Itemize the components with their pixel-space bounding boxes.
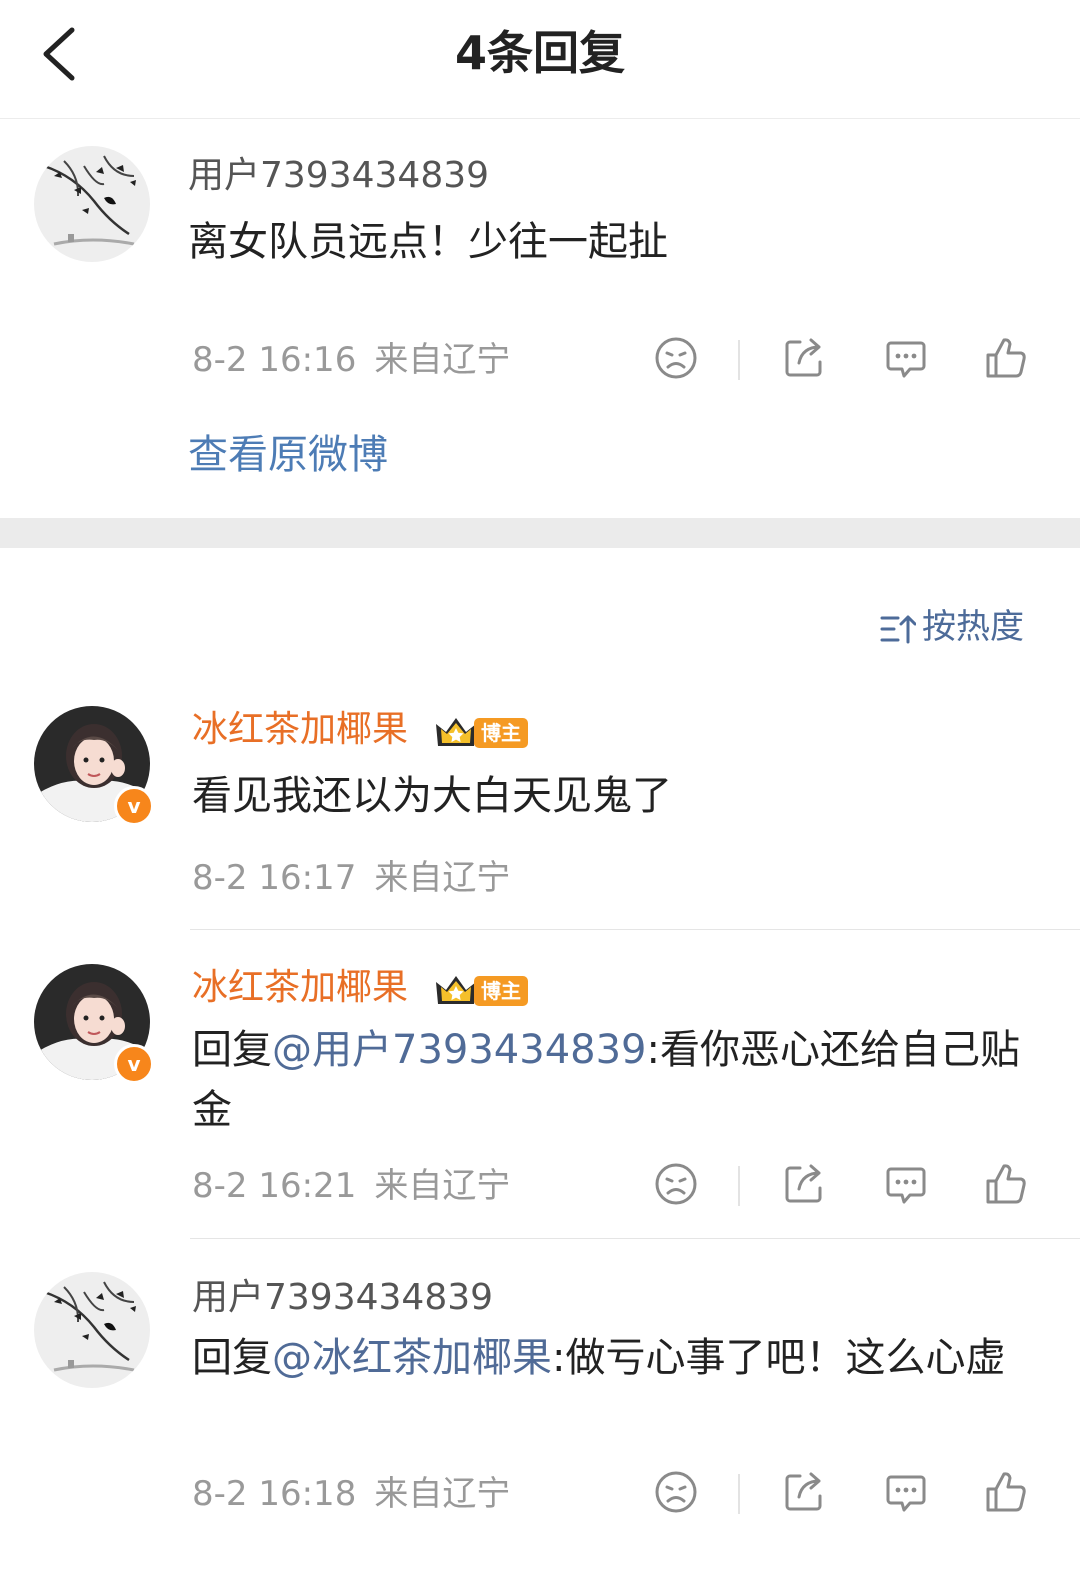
reply-meta: 8-2 16:17 来自辽宁 bbox=[192, 856, 510, 900]
comment-icon[interactable] bbox=[882, 1160, 930, 1208]
reply-prefix: 回复 bbox=[192, 1027, 272, 1073]
reply-actions bbox=[650, 1468, 1040, 1524]
like-icon[interactable] bbox=[982, 1160, 1030, 1208]
section-gap bbox=[0, 518, 1080, 548]
like-icon[interactable] bbox=[982, 1468, 1030, 1516]
like-icon[interactable] bbox=[982, 334, 1030, 382]
reply-actions bbox=[650, 1160, 1040, 1216]
blogger-badge: 博主 bbox=[434, 970, 530, 1010]
reply-date: 8-2 16:17 bbox=[192, 858, 357, 898]
page-title: 4条回复 bbox=[454, 26, 625, 80]
mention-link[interactable]: @冰红茶加椰果 bbox=[272, 1335, 552, 1381]
reply-username[interactable]: 用户7393434839 bbox=[192, 1276, 493, 1320]
share-icon[interactable] bbox=[780, 1160, 828, 1208]
sort-label: 按热度 bbox=[922, 607, 1024, 647]
view-original-link[interactable]: 查看原微博 bbox=[188, 428, 388, 482]
reply-text: 看见我还以为大白天见鬼了 bbox=[192, 773, 672, 819]
comment-location: 来自辽宁 bbox=[374, 340, 511, 380]
blogger-badge-label: 博主 bbox=[474, 718, 528, 748]
reply-meta: 8-2 16:21 来自辽宁 bbox=[192, 1164, 510, 1208]
reply-prefix: 回复 bbox=[192, 1335, 272, 1381]
reply-location: 来自辽宁 bbox=[374, 858, 511, 898]
verified-badge: v bbox=[114, 786, 154, 826]
crown-icon bbox=[434, 712, 478, 752]
verified-badge: v bbox=[114, 1044, 154, 1084]
reply-username[interactable]: 冰红茶加椰果 bbox=[192, 966, 408, 1010]
reply-location: 来自辽宁 bbox=[374, 1474, 511, 1514]
avatar[interactable] bbox=[34, 146, 150, 262]
action-separator bbox=[738, 340, 740, 380]
sort-button[interactable]: 按热度 bbox=[880, 604, 1024, 650]
sort-icon bbox=[880, 615, 917, 643]
reply-username[interactable]: 冰红茶加椰果 bbox=[192, 708, 408, 752]
avatar[interactable] bbox=[34, 1272, 150, 1388]
divider bbox=[190, 1238, 1080, 1239]
share-icon[interactable] bbox=[780, 334, 828, 382]
dislike-icon[interactable] bbox=[652, 1160, 700, 1208]
reply-location: 来自辽宁 bbox=[374, 1166, 511, 1206]
reply-body: :做亏心事了吧！这么心虚 bbox=[552, 1335, 1006, 1381]
dislike-icon[interactable] bbox=[652, 334, 700, 382]
action-separator bbox=[738, 1474, 740, 1514]
reply-text: 回复@冰红茶加椰果:做亏心事了吧！这么心虚 bbox=[192, 1328, 1032, 1388]
reply-date: 8-2 16:21 bbox=[192, 1166, 357, 1206]
divider bbox=[190, 929, 1080, 930]
action-separator bbox=[738, 1166, 740, 1206]
comment-date: 8-2 16:16 bbox=[192, 340, 357, 380]
blogger-badge-label: 博主 bbox=[474, 976, 528, 1006]
comment-icon[interactable] bbox=[882, 334, 930, 382]
blogger-badge: 博主 bbox=[434, 712, 530, 752]
dislike-icon[interactable] bbox=[652, 1468, 700, 1516]
comment-text: 离女队员远点！少往一起扯 bbox=[188, 219, 668, 265]
comment-icon[interactable] bbox=[882, 1468, 930, 1516]
reply-date: 8-2 16:18 bbox=[192, 1474, 357, 1514]
share-icon[interactable] bbox=[780, 1468, 828, 1516]
crown-icon bbox=[434, 970, 478, 1010]
reply-meta: 8-2 16:18 来自辽宁 bbox=[192, 1472, 510, 1516]
comment-meta: 8-2 16:16 来自辽宁 bbox=[192, 338, 510, 382]
comment-actions bbox=[650, 334, 1040, 390]
mention-link[interactable]: @用户7393434839 bbox=[272, 1027, 647, 1073]
comment-username[interactable]: 用户7393434839 bbox=[188, 154, 489, 198]
top-bar: 4条回复 bbox=[0, 0, 1080, 119]
reply-text: 回复@用户7393434839:看你恶心还给自己贴金 bbox=[192, 1020, 1032, 1140]
